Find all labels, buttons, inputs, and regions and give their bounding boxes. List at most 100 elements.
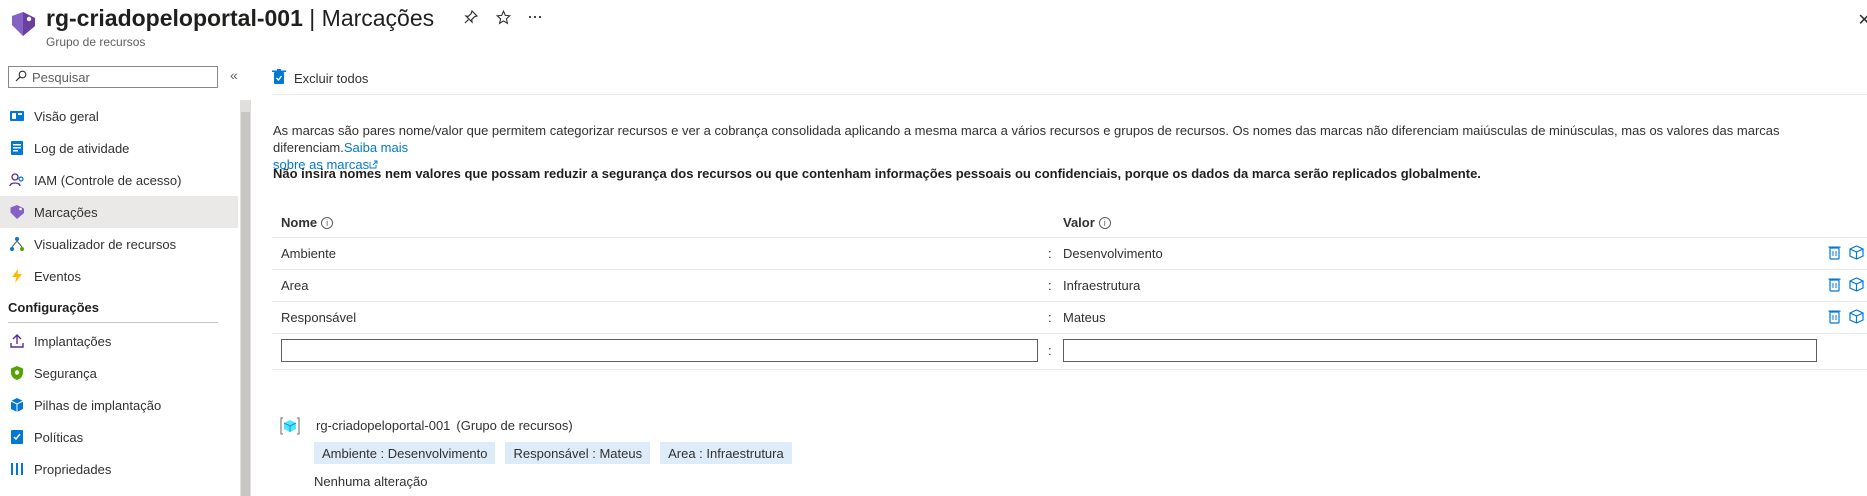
search-placeholder: Pesquisar [32, 69, 90, 85]
table-row: Responsável : Mateus [272, 302, 1867, 334]
delete-icon[interactable] [1828, 309, 1843, 325]
sidebar-section-title: Configurações [8, 299, 100, 315]
search-icon [15, 70, 27, 85]
sidebar-item-label: Políticas [34, 429, 84, 445]
delete-icon[interactable] [1828, 245, 1843, 261]
summary-resource-type: (Grupo de recursos) [456, 418, 573, 433]
star-icon[interactable] [494, 8, 512, 26]
resource-visualizer-icon [8, 235, 26, 253]
sidebar-item-events[interactable]: Eventos [0, 260, 238, 292]
sidebar-item-label: Pilhas de implantação [34, 397, 162, 413]
sidebar-item-label: Visualizador de recursos [34, 236, 177, 252]
sidebar-item-label: Segurança [34, 365, 97, 381]
collapse-sidebar-icon[interactable]: « [230, 67, 238, 83]
title-separator: | [309, 5, 316, 31]
sidebar-item-resource-visualizer[interactable]: Visualizador de recursos [0, 228, 238, 260]
tag-separator: : [1048, 343, 1052, 358]
info-icon[interactable]: i [321, 216, 334, 229]
tag-icon [8, 203, 26, 221]
sidebar-item-label: Marcações [34, 204, 98, 220]
info-icon[interactable]: i [1098, 216, 1111, 229]
sidebar-item-label: Visão geral [34, 108, 99, 124]
cube-icon[interactable] [1849, 245, 1864, 261]
tag-name: Responsável [281, 310, 357, 325]
trash-icon [272, 68, 286, 88]
description-text: As marcas são pares nome/valor que permi… [273, 123, 1780, 155]
column-name-label: Nome [281, 215, 318, 230]
summary-resource-name: rg-criadopeloportal-001 [316, 418, 451, 433]
tag-chip: Ambiente : Desenvolvimento [314, 442, 496, 464]
properties-icon [8, 460, 26, 478]
tag-separator: : [1048, 310, 1052, 325]
column-header-value: Valor i [1063, 215, 1111, 230]
summary-status: Nenhuma alteração [314, 474, 428, 489]
sidebar-nav: Visão geral Log de atividade IAM (Contro… [0, 100, 238, 485]
sidebar-item-label: IAM (Controle de acesso) [34, 172, 182, 188]
sidebar-item-label: Propriedades [34, 461, 112, 477]
scrollbar-thumb[interactable] [241, 112, 250, 496]
activity-log-icon [8, 139, 26, 157]
toolbar-divider [272, 94, 1867, 95]
overview-icon [8, 107, 26, 125]
tag-value: Desenvolvimento [1063, 246, 1163, 261]
tag-value: Mateus [1063, 310, 1106, 325]
tags-table-header: Nome i Valor i [272, 208, 1867, 238]
sidebar-item-activity-log[interactable]: Log de atividade [0, 132, 238, 164]
sidebar-item-label: Implantações [34, 333, 112, 349]
header-actions [462, 8, 544, 26]
sidebar-item-overview[interactable]: Visão geral [0, 100, 238, 132]
main-content: Excluir todos As marcas são pares nome/v… [272, 60, 1867, 496]
new-tag-name-input[interactable] [281, 339, 1038, 362]
events-icon [8, 267, 26, 285]
delete-icon[interactable] [1828, 277, 1843, 293]
deployments-icon [8, 332, 26, 350]
sidebar-item-policies[interactable]: Políticas [0, 421, 238, 453]
tag-chip: Area : Infraestrutura [660, 442, 792, 464]
sidebar-divider [8, 322, 218, 323]
tags-warning: Não insira nomes nem valores que possam … [273, 166, 1481, 181]
iam-icon [8, 171, 26, 189]
page-subtitle: Grupo de recursos [46, 35, 146, 49]
search-input[interactable]: Pesquisar [8, 66, 218, 88]
delete-all-button[interactable]: Excluir todos [272, 68, 368, 88]
tag-chip: Responsável : Mateus [505, 442, 651, 464]
tag-icon [9, 10, 37, 38]
sidebar-item-label: Eventos [34, 268, 81, 284]
deployment-stacks-icon [8, 396, 26, 414]
delete-all-label: Excluir todos [294, 70, 369, 86]
sidebar-item-deployments[interactable]: Implantações [0, 325, 238, 357]
tag-separator: : [1048, 278, 1052, 293]
tag-name: Ambiente [281, 246, 336, 261]
resource-name: rg-criadopeloportal-001 [46, 5, 303, 31]
new-tag-row: : [272, 334, 1867, 370]
summary-tag-chips: Ambiente : Desenvolvimento Responsável :… [314, 442, 792, 464]
sidebar: Pesquisar « Visão geral Log de atividade… [0, 60, 240, 496]
sidebar-scrollbar[interactable] [240, 100, 251, 496]
column-value-label: Valor [1063, 215, 1095, 230]
learn-more-link[interactable]: Saiba mais [344, 140, 408, 155]
resource-group-icon [280, 416, 300, 436]
more-icon[interactable] [526, 8, 544, 26]
tag-separator: : [1048, 246, 1052, 261]
policies-icon [8, 428, 26, 446]
pin-icon[interactable] [462, 8, 480, 26]
page-header: rg-criadopeloportal-001 | Marcações Grup… [0, 0, 1867, 52]
sidebar-item-tags[interactable]: Marcações [0, 196, 238, 228]
column-header-name: Nome i [281, 215, 334, 230]
sidebar-item-label: Log de atividade [34, 140, 130, 156]
cube-icon[interactable] [1849, 309, 1864, 325]
new-tag-value-input[interactable] [1063, 339, 1817, 362]
summary-title: rg-criadopeloportal-001 (Grupo de recurso… [316, 418, 573, 433]
row-actions [1828, 277, 1864, 293]
sidebar-item-deployment-stacks[interactable]: Pilhas de implantação [0, 389, 238, 421]
sidebar-item-iam[interactable]: IAM (Controle de acesso) [0, 164, 238, 196]
cube-icon[interactable] [1849, 277, 1864, 293]
row-actions [1828, 309, 1864, 325]
close-icon[interactable]: ✕ [1858, 10, 1867, 30]
row-actions [1828, 245, 1864, 261]
sidebar-item-properties[interactable]: Propriedades [0, 453, 238, 485]
table-row: Area : Infraestrutura [272, 270, 1867, 302]
table-row: Ambiente : Desenvolvimento [272, 238, 1867, 270]
page-title: rg-criadopeloportal-001 | Marcações [46, 5, 434, 32]
sidebar-item-security[interactable]: Segurança [0, 357, 238, 389]
